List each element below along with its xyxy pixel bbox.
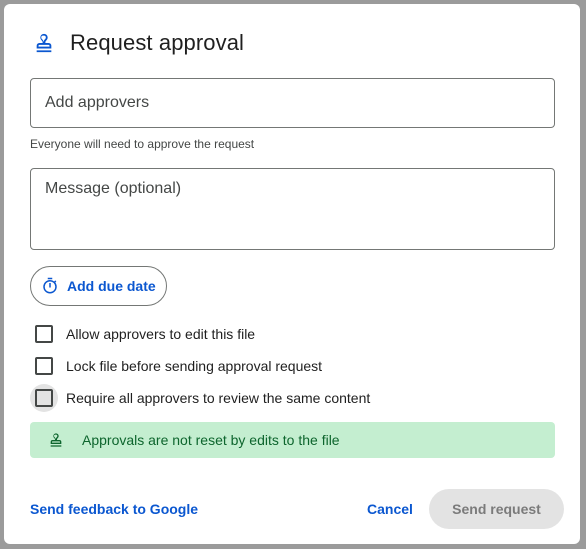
send-request-button[interactable]: Send request xyxy=(429,489,564,529)
dialog-title: Request approval xyxy=(70,30,245,55)
checkbox-wrap xyxy=(30,352,58,380)
same-content-label: Require all approvers to review the same… xyxy=(66,390,371,406)
cancel-button[interactable]: Cancel xyxy=(367,501,413,517)
approvers-input[interactable] xyxy=(31,79,554,127)
allow-edit-checkbox[interactable] xyxy=(35,325,53,343)
lock-file-label: Lock file before sending approval reques… xyxy=(66,358,323,374)
lock-file-checkbox[interactable] xyxy=(35,357,53,375)
send-feedback-link[interactable]: Send feedback to Google xyxy=(30,501,198,517)
allow-edit-label: Allow approvers to edit this file xyxy=(66,326,256,342)
timer-icon xyxy=(41,277,59,295)
approval-stamp-icon xyxy=(32,31,56,55)
request-approval-dialog: Request approval Everyone will need to a… xyxy=(4,4,580,544)
same-content-checkbox[interactable] xyxy=(35,389,53,407)
add-due-date-label: Add due date xyxy=(67,278,156,294)
info-banner: Approvals are not reset by edits to the … xyxy=(30,422,555,458)
checkbox-wrap xyxy=(30,384,58,412)
banner-text: Approvals are not reset by edits to the … xyxy=(82,432,340,448)
approvers-hint: Everyone will need to approve the reques… xyxy=(30,137,255,151)
checkbox-wrap xyxy=(30,320,58,348)
option-lock-file[interactable]: Lock file before sending approval reques… xyxy=(30,352,322,380)
message-input[interactable] xyxy=(31,169,554,249)
option-same-content[interactable]: Require all approvers to review the same… xyxy=(30,384,370,412)
message-field[interactable] xyxy=(30,168,555,250)
approvers-field[interactable] xyxy=(30,78,555,128)
approval-stamp-icon xyxy=(47,431,65,449)
add-due-date-button[interactable]: Add due date xyxy=(30,266,167,306)
dialog-header: Request approval xyxy=(32,30,244,56)
option-allow-edit[interactable]: Allow approvers to edit this file xyxy=(30,320,255,348)
